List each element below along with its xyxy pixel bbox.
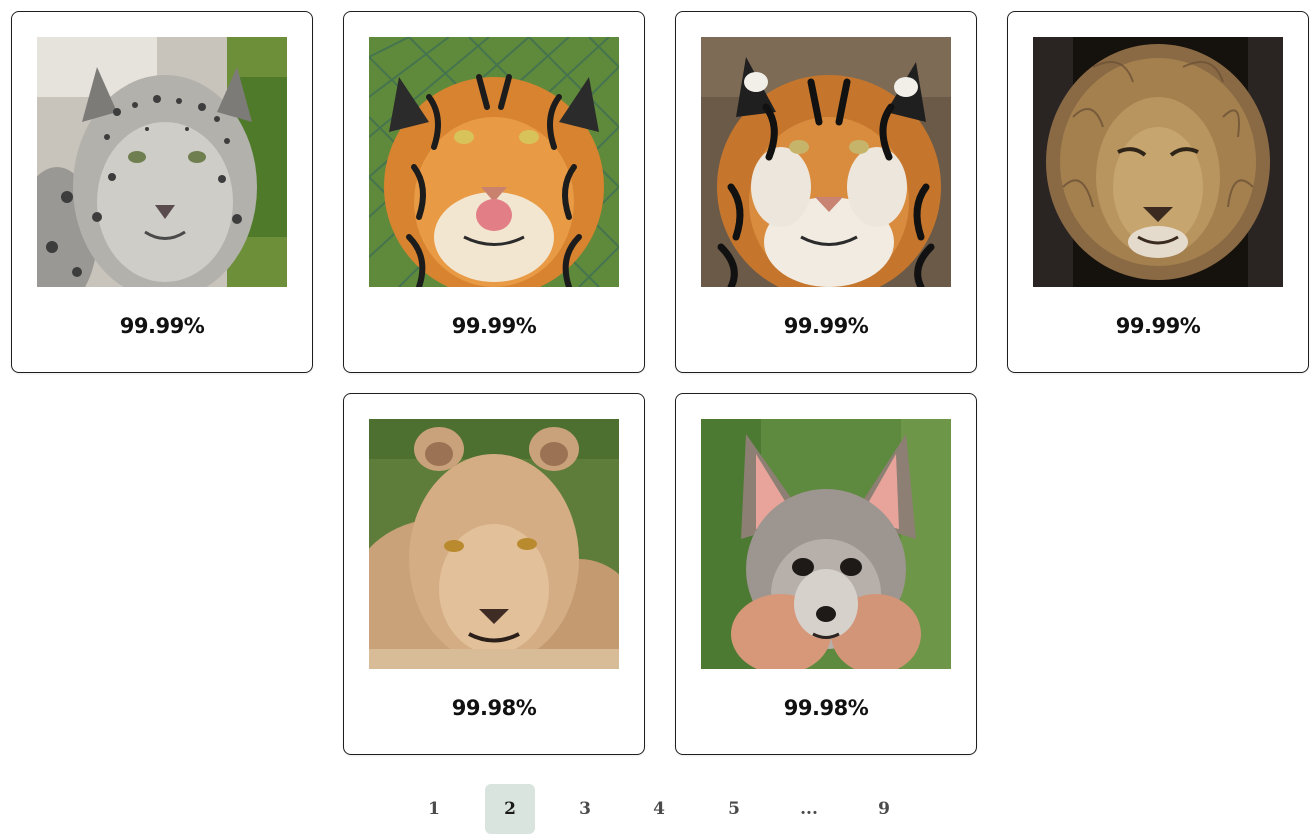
page-link-current[interactable]: 2 <box>485 784 535 834</box>
result-card[interactable]: 99.99% <box>675 11 977 373</box>
snow-leopard-photo[interactable] <box>37 37 287 287</box>
pagination: 1 2 3 4 5 ... 9 <box>0 784 1315 836</box>
result-card[interactable]: 99.98% <box>343 393 645 755</box>
tiger-tongue-photo[interactable] <box>369 37 619 287</box>
result-card[interactable]: 99.99% <box>11 11 313 373</box>
result-card[interactable]: 99.99% <box>1007 11 1309 373</box>
page-link-4[interactable]: 4 <box>634 784 684 834</box>
match-percentage: 99.99% <box>783 314 869 338</box>
page-ellipsis: ... <box>800 799 818 819</box>
page-link-last[interactable]: 9 <box>859 784 909 834</box>
results-page: 99.99% 99.99% 99.99% 99.99% 99.98% 99.98… <box>0 0 1315 836</box>
tiger-photo[interactable] <box>701 37 951 287</box>
match-percentage: 99.99% <box>451 314 537 338</box>
page-link-5[interactable]: 5 <box>709 784 759 834</box>
lioness-photo[interactable] <box>369 419 619 669</box>
page-link-1[interactable]: 1 <box>409 784 459 834</box>
lion-photo[interactable] <box>1033 37 1283 287</box>
result-card[interactable]: 99.98% <box>675 393 977 755</box>
gray-fox-photo[interactable] <box>701 419 951 669</box>
match-percentage: 99.99% <box>119 314 205 338</box>
page-link-3[interactable]: 3 <box>560 784 610 834</box>
match-percentage: 99.98% <box>783 696 869 720</box>
result-card[interactable]: 99.99% <box>343 11 645 373</box>
match-percentage: 99.98% <box>451 696 537 720</box>
match-percentage: 99.99% <box>1115 314 1201 338</box>
